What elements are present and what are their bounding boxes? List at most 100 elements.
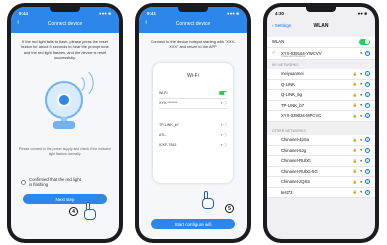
my-networks-list: meiyuanmei 🔒 ▾ i Q-LINK 🔒 ▾ i Q-LINK_5g … [267,69,375,122]
status-bar: 9:44 ●●● ■ [11,7,119,19]
network-name: Chinanet-4pSa [281,137,309,143]
wifi-row-label: Wi-Fi [159,91,168,95]
wifi-signal-icon: ▾ ⓘ [220,143,227,147]
reset-instruction: If the red light fails to flash, please … [21,39,109,60]
camera-illustration [31,71,101,141]
header-bar: 9:44 ●●● ■ ‹ Connect device [11,7,119,33]
wifi-toggle-icon [219,91,227,95]
info-icon[interactable]: i [365,168,370,174]
lock-wifi-icon: 🔒 ▾ [352,190,363,195]
network-name: Chinanet-RUbG [281,158,311,164]
network-name: Q-LINK [281,81,295,87]
wlan-label: WLAN [272,39,285,45]
start-configure-wifi-button[interactable]: Start configure wifi [151,219,235,229]
network-row[interactable]: Chinanet-5Jg 🔒 ▾ i [267,146,375,156]
wifi-network-row: ICKF-7543 ▾ ⓘ [159,143,227,148]
wifi-icon: ▾ [360,51,363,55]
info-icon[interactable]: i [365,189,370,195]
info-icon[interactable]: i [365,81,370,87]
status-time: 9:41 [147,10,157,16]
screen-connect-hotspot: 9:41 ●●● ■ ‹ Connect device Connect to t… [139,7,247,239]
confirm-checkbox[interactable] [21,179,26,185]
page-title: WLAN [313,23,329,29]
wifi-signal-icon: ▾ ⓘ [220,123,227,127]
wifi-network-row: ATL- ▾ ⓘ [159,133,227,138]
phone-frame-1: 9:44 ●●● ■ ‹ Connect device If the red l… [7,3,123,243]
network-name: Chinanet-5Jg [281,147,306,153]
phone-frame-2: 9:41 ●●● ■ ‹ Connect device Connect to t… [135,3,251,243]
wifi-card-title: Wi-Fi [187,73,199,79]
network-name: meiyuanmei [281,71,304,77]
network-row[interactable]: TP-LINK_b7 🔒 ▾ i [267,101,375,111]
page-title: Connect device [47,21,83,27]
step-badge: 5 [225,204,234,213]
status-time: 9:44 [19,10,29,16]
network-row[interactable]: Q-LINK_5g 🔒 ▾ i [267,90,375,101]
lock-wifi-icon: 🔒 ▾ [352,82,363,87]
wifi-settings-illustration: Wi-Fi Wi-Fi XYX-******* ▾ ⓘ TP-LINK_b7 ▾… [153,63,233,183]
status-bar: 9:41 ●●● ■ [139,7,247,19]
lock-wifi-icon: 🔒 ▾ [352,92,363,97]
network-row[interactable]: test73 🔒 ▾ i [267,188,375,198]
connected-network-subtitle: Unsecured Network [281,54,306,58]
pointing-hand-icon [81,202,97,220]
network-row[interactable]: Chinanet-RUbG 🔒 ▾ i [267,156,375,167]
network-name: Chinanet-zQSS [281,179,311,185]
lock-wifi-icon: 🔒 ▾ [352,158,363,163]
confirm-checkbox-row[interactable]: Confirmed that the red light is flashing [21,177,81,187]
my-networks-header: MY NETWORKS [272,63,299,67]
network-row[interactable]: Chinanet-zQSS 🔒 ▾ i [267,177,375,188]
info-icon[interactable]: i [365,92,370,98]
pointing-hand-icon [199,191,215,209]
network-row[interactable]: Q-LINK 🔒 ▾ i [267,80,375,90]
status-signal-battery: ●● ■ [357,10,367,16]
status-signal-battery: ●●● ■ [226,10,239,16]
camera-base-icon [53,121,75,129]
hotspot-instruction: Connect to the device hotspot starting w… [150,39,236,50]
step-badge: 4 [69,207,78,216]
power-note: Please connect to the power supply and c… [19,147,111,156]
info-icon[interactable]: i [365,158,370,164]
network-row[interactable]: XYX-039034-MPCVC 🔒 ▾ i [267,111,375,122]
network-name: Q-LINK_5g [281,92,302,98]
wlan-toggle[interactable] [359,38,370,45]
info-icon[interactable]: i [365,50,370,56]
info-icon[interactable]: i [365,102,370,108]
phone-frame-3: 4:30 ●● ■ ‹ Settings WLAN WLAN ✓ XYX-039… [263,3,379,243]
wifi-signal-icon: ▾ ⓘ [220,101,227,105]
divider [159,98,227,99]
wifi-network-row: TP-LINK_b7 ▾ ⓘ [159,123,227,128]
lock-wifi-icon: 🔒 ▾ [352,113,363,118]
wifi-hotspot-row: XYX-******* ▾ ⓘ [159,101,227,106]
info-icon[interactable]: i [365,179,370,185]
confirm-label-line2: is flashing [29,182,49,187]
wifi-toggle-row: Wi-Fi [159,91,227,95]
info-icon[interactable]: i [365,137,370,143]
wlan-group: WLAN ✓ XYX-039164-YWCVV Unsecured Networ… [267,37,375,60]
network-name: Chinanet-RUbG-5G [281,168,318,174]
wlan-toggle-row[interactable]: WLAN [267,37,375,48]
hotspot-name: XYX-******* [159,101,178,105]
camera-lens-icon [57,93,71,107]
screen-wlan-settings: 4:30 ●● ■ ‹ Settings WLAN WLAN ✓ XYX-039… [267,7,375,239]
lock-wifi-icon: 🔒 ▾ [352,137,363,142]
camera-body-icon [45,81,83,119]
network-row[interactable]: Chinanet-4pSa 🔒 ▾ i [267,135,375,146]
network-name: TP-LINK_b7 [281,102,305,108]
info-icon[interactable]: i [365,147,370,153]
connected-network-row[interactable]: ✓ XYX-039164-YWCVV Unsecured Network ▾ i [267,48,375,60]
status-bar: 4:30 ●● ■ [267,7,375,19]
info-icon[interactable]: i [365,113,370,119]
network-name: TP-LINK_b7 [159,123,179,127]
screen-connect-device-reset: 9:44 ●●● ■ ‹ Connect device If the red l… [11,7,119,239]
lock-wifi-icon: 🔒 ▾ [352,103,363,108]
header-bar: 9:41 ●●● ■ ‹ Connect device [139,7,247,33]
navigation-bar: ‹ Settings WLAN [267,21,375,33]
network-row[interactable]: meiyuanmei 🔒 ▾ i [267,69,375,80]
info-icon[interactable]: i [365,71,370,77]
network-row[interactable]: Chinanet-RUbG-5G 🔒 ▾ i [267,167,375,177]
divider [159,108,227,109]
lock-wifi-icon: 🔒 ▾ [352,179,363,184]
check-icon: ✓ [272,50,276,55]
lock-wifi-icon: 🔒 ▾ [352,169,363,174]
